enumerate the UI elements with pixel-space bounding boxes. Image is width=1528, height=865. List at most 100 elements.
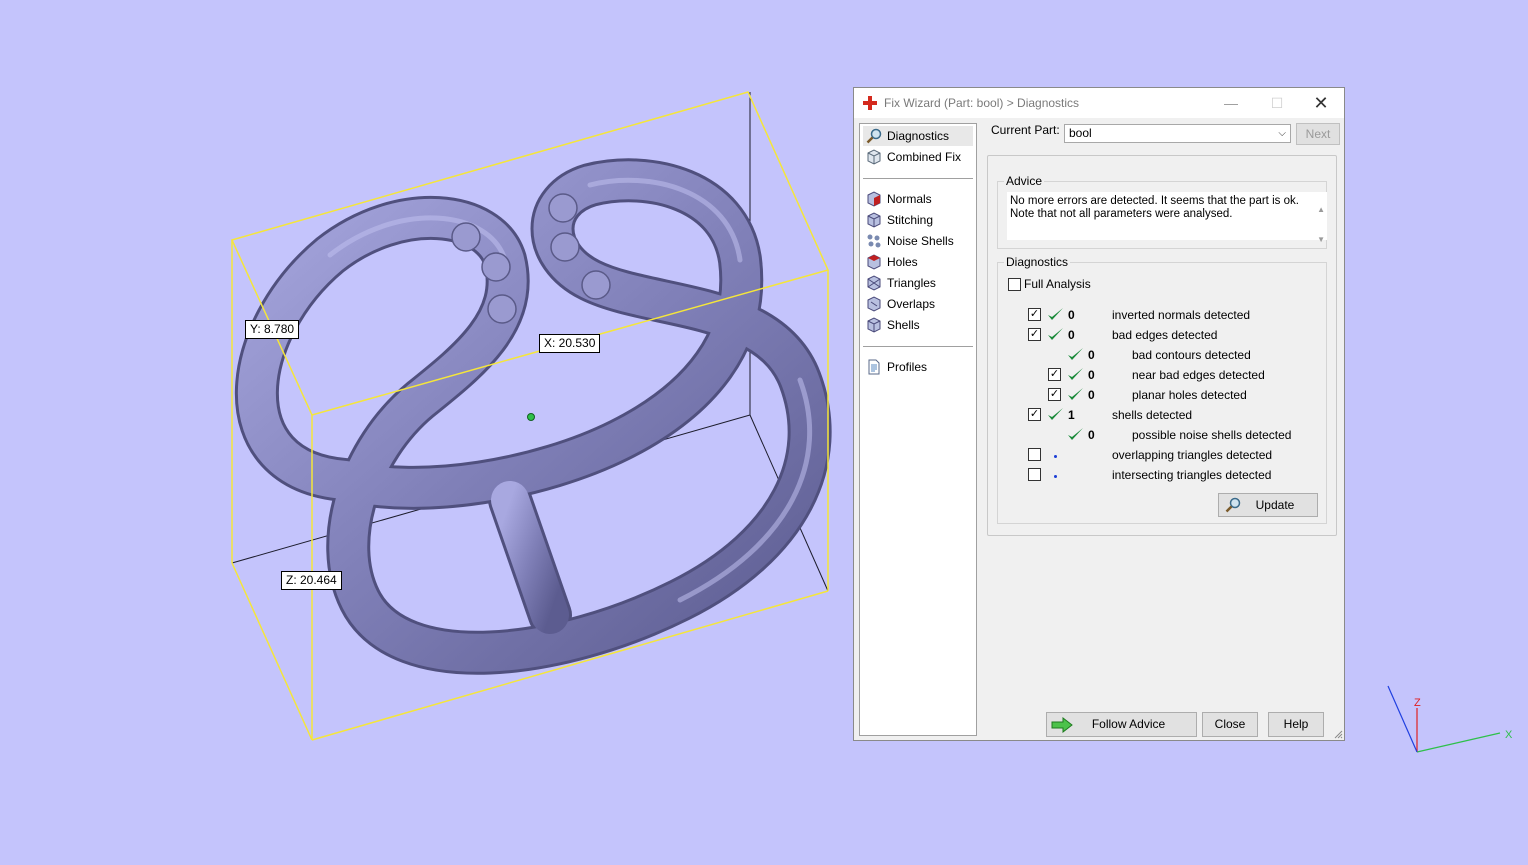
svg-text:Z: Z [1414,697,1421,709]
nav-item-stitching[interactable]: Stitching [863,210,973,230]
diagnostic-row: ✓ 1 shells detected [998,407,1326,425]
nav-item-combined-fix[interactable]: Combined Fix [863,147,973,167]
diagnostic-row: intersecting triangles detected [998,467,1326,485]
diagnostic-checkbox[interactable]: ✓ [1048,368,1061,381]
update-button[interactable]: Update [1218,493,1318,517]
green-check-icon [1068,388,1083,400]
nav-separator [863,346,973,347]
maximize-button[interactable]: ☐ [1254,88,1300,118]
nav-item-triangles[interactable]: Triangles [863,273,973,293]
green-check-icon [1068,428,1083,440]
nav-item-shells[interactable]: Shells [863,315,973,335]
magnifier-icon [1225,497,1241,513]
full-analysis-checkbox[interactable] [1008,278,1021,291]
shells-icon [867,317,881,333]
close-button[interactable]: Close [1202,712,1258,737]
diagnostic-checkbox[interactable]: ✓ [1048,388,1061,401]
follow-advice-button[interactable]: Follow Advice [1046,712,1197,737]
title-bar[interactable]: Fix Wizard (Part: bool) > Diagnostics — … [854,88,1344,118]
diagnostic-count: 0 [1088,428,1095,442]
center-marker [527,413,535,421]
diagnostic-count: 0 [1088,368,1095,382]
window-title: Fix Wizard (Part: bool) > Diagnostics [884,96,1080,110]
diagnostic-checkbox[interactable]: ✓ [1028,308,1041,321]
document-icon [868,359,880,375]
green-check-icon [1068,368,1083,380]
green-check-icon [1048,408,1063,420]
nav-label: Diagnostics [887,129,950,143]
nav-item-normals[interactable]: Normals [863,189,973,209]
advice-line-2: Note that not all parameters were analys… [1010,208,1233,220]
dimension-z-label: Z: 20.464 [281,571,342,590]
nav-item-noise-shells[interactable]: Noise Shells [863,231,973,251]
follow-advice-label: Follow Advice [1091,717,1166,731]
green-arrow-icon [1051,717,1073,733]
overlaps-icon [867,296,881,312]
diagnostic-row: ✓ 0 planar holes detected [998,387,1326,405]
next-button[interactable]: Next [1296,123,1340,145]
diagnostic-label: intersecting triangles detected [1112,468,1272,482]
dimension-y-label: Y: 8.780 [245,320,300,339]
green-check-icon [1048,308,1063,320]
nav-item-profiles[interactable]: Profiles [863,357,973,377]
diagnostic-checkbox[interactable]: ✓ [1028,328,1041,341]
diagnostic-checkbox[interactable] [1028,448,1041,461]
nav-label: Overlaps [887,297,936,311]
green-check-icon [1068,348,1083,360]
diagnostic-label: possible noise shells detected [1132,428,1292,442]
red-cross-icon [863,96,877,110]
update-label: Update [1255,498,1295,512]
full-analysis-label: Full Analysis [1024,277,1091,291]
diagnostic-label: near bad edges detected [1132,368,1265,382]
diagnostic-count: 0 [1088,348,1095,362]
diagnostics-list: Full Analysis ✓ 0 inverted normals detected… [998,263,1326,523]
diagnostics-group: Diagnostics Full Analysis ✓ 0 inverted norm… [997,255,1327,524]
nav-item-overlaps[interactable]: Overlaps [863,294,973,314]
advice-title: Advice [1004,174,1045,188]
nav-label: Triangles [887,276,936,290]
diagnostic-label: bad edges detected [1112,328,1218,342]
diagnostic-label: planar holes detected [1132,388,1247,402]
close-window-button[interactable]: ✕ [1298,88,1344,118]
advice-group: Advice No more errors are detected. It s… [997,174,1327,249]
diagnostic-checkbox[interactable] [1028,468,1041,481]
help-button[interactable]: Help [1268,712,1324,737]
triangles-icon [867,275,881,291]
holes-icon [867,254,881,270]
diagnostic-row: ✓ 0 bad edges detected [998,327,1326,345]
pending-dot-icon [1054,475,1057,478]
nav-item-holes[interactable]: Holes [863,252,973,272]
nav-label: Combined Fix [887,150,962,164]
magnifier-icon [866,128,882,144]
diagnostics-page: Advice No more errors are detected. It s… [987,155,1337,536]
diagnostic-count: 0 [1088,388,1095,402]
current-part-value: bool [1069,126,1092,140]
advice-line-1: No more errors are detected. It seems th… [1010,195,1299,207]
current-part-select[interactable]: bool ⌵ [1064,124,1291,143]
nav-label: Holes [887,255,918,269]
minimize-button[interactable]: — [1208,88,1254,118]
diagnostic-row: ✓ 0 inverted normals detected [998,307,1326,325]
chevron-down-icon: ⌵ [1278,128,1286,139]
diagnostic-label: shells detected [1112,408,1193,422]
diagnostic-checkbox[interactable]: ✓ [1028,408,1041,421]
resize-grip-icon[interactable] [1333,729,1343,739]
fix-wizard-dialog: Fix Wizard (Part: bool) > Diagnostics — … [853,87,1345,741]
advice-scrollbar[interactable]: ▲ ▼ [1317,195,1325,255]
nav-item-diagnostics[interactable]: Diagnostics [863,126,973,146]
nav-label: Stitching [887,213,934,227]
nav-label: Profiles [887,360,928,374]
diagnostic-count: 0 [1068,308,1075,322]
cube-icon [867,149,881,165]
diagnostic-count: 0 [1068,328,1075,342]
diagnostic-label: overlapping triangles detected [1112,448,1273,462]
nav-label: Shells [887,318,920,332]
axis-triad: X Z [1387,685,1513,753]
advice-text-box[interactable]: No more errors are detected. It seems th… [1007,192,1327,244]
fix-nav-panel: Diagnostics Combined Fix Normals Stitchi… [859,123,977,736]
svg-text:X: X [1505,729,1513,741]
diagnostic-label: inverted normals detected [1112,308,1251,322]
normals-icon [867,191,881,207]
noise-shells-icon [867,234,881,248]
diagnostic-row: 0 possible noise shells detected [998,427,1326,445]
